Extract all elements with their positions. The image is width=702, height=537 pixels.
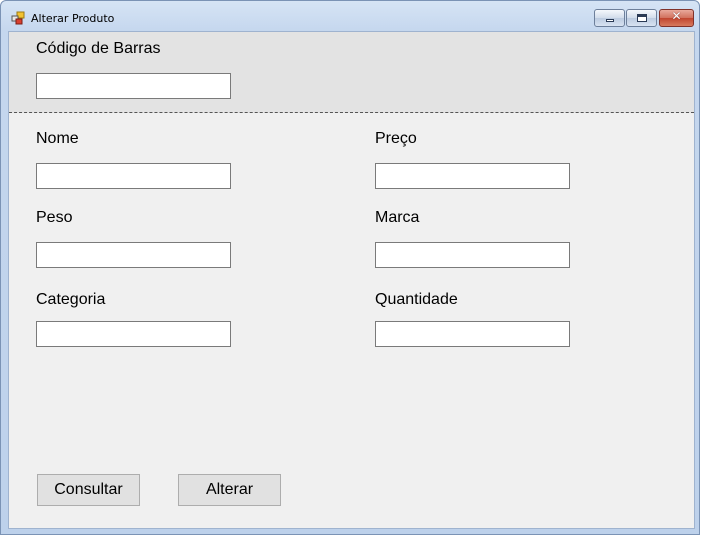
barcode-input[interactable] [36,73,231,99]
alterar-button[interactable]: Alterar [178,474,281,506]
window-title: Alterar Produto [31,12,115,25]
nome-input[interactable] [36,163,231,189]
maximize-icon [637,14,647,22]
peso-input[interactable] [36,242,231,268]
close-button[interactable]: ✕ [659,9,694,27]
nome-label: Nome [36,130,79,147]
barcode-panel: Código de Barras [9,32,694,113]
barcode-label: Código de Barras [36,40,161,57]
form-area: Código de Barras Nome Preço Peso Marca C… [8,31,695,529]
title-bar[interactable]: Alterar Produto ✕ [1,1,699,31]
quantidade-input[interactable] [375,321,570,347]
app-window: Alterar Produto ✕ Código de Barras Nome … [0,0,700,535]
marca-label: Marca [375,209,420,226]
maximize-button[interactable] [626,9,657,27]
categoria-label: Categoria [36,291,106,308]
peso-label: Peso [36,209,73,226]
preco-input[interactable] [375,163,570,189]
preco-label: Preço [375,130,417,147]
marca-input[interactable] [375,242,570,268]
categoria-input[interactable] [36,321,231,347]
minimize-icon [606,19,614,22]
consultar-button[interactable]: Consultar [37,474,140,506]
app-icon [11,11,25,25]
quantidade-label: Quantidade [375,291,458,308]
minimize-button[interactable] [594,9,625,27]
close-icon: ✕ [671,9,682,23]
